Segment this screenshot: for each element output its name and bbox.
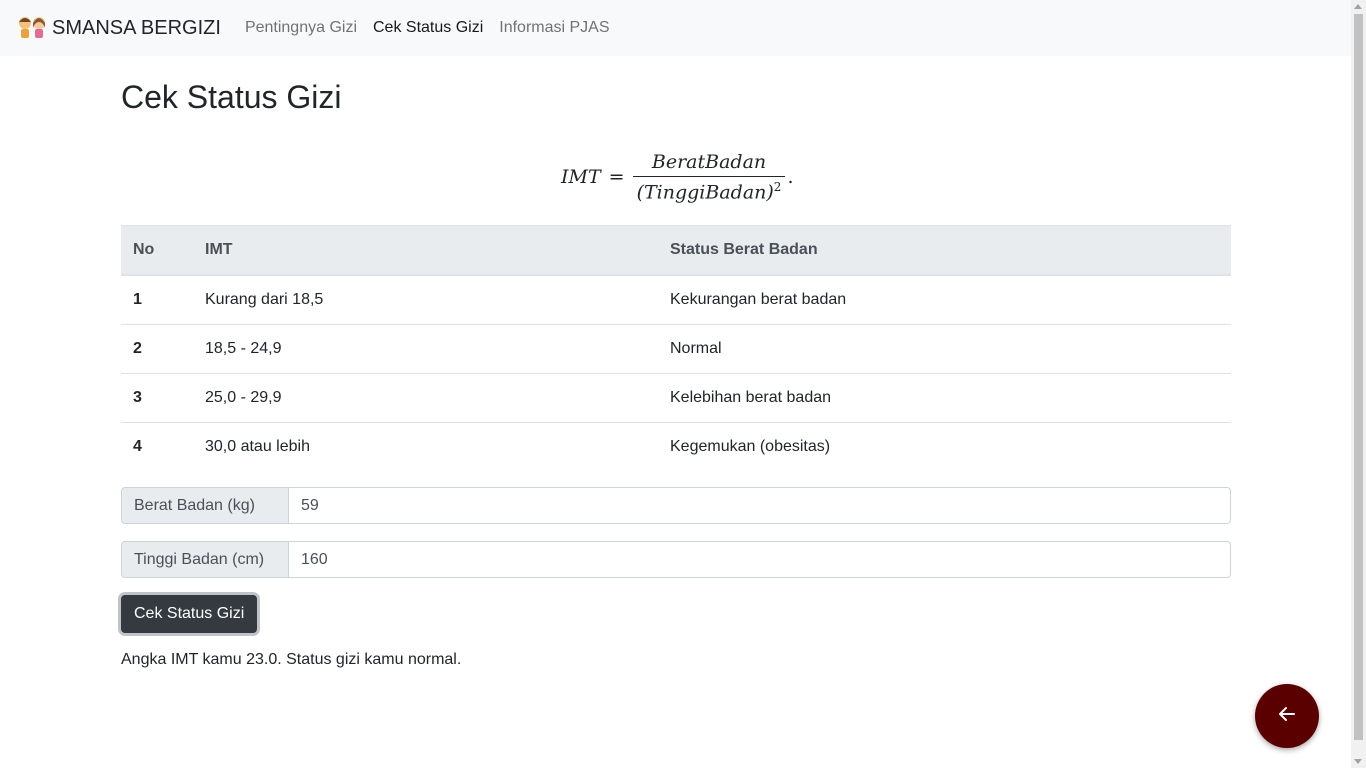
back-button[interactable] — [1255, 684, 1319, 748]
cell-status: Normal — [658, 324, 1231, 374]
table-row: 2 18,5 - 24,9 Normal — [121, 324, 1231, 374]
nav-cek-status-gizi[interactable]: Cek Status Gizi — [365, 19, 491, 37]
header-imt: IMT — [193, 225, 658, 276]
imt-formula: IMT = BeratBadan (TinggiBadan)2 . — [561, 151, 793, 203]
brand-title: SMANSA BERGIZI — [52, 16, 221, 39]
tinggi-label: Tinggi Badan (cm) — [121, 541, 289, 578]
cell-imt: Kurang dari 18,5 — [193, 275, 658, 325]
nav-pentingnya-gizi[interactable]: Pentingnya Gizi — [237, 19, 365, 37]
scroll-down-icon[interactable] — [1354, 759, 1362, 764]
cell-status: Kegemukan (obesitas) — [670, 438, 831, 455]
formula-numerator: BeratBadan — [651, 151, 767, 173]
page-title: Cek Status Gizi — [121, 79, 342, 115]
brand-link[interactable]: SMANSA BERGIZI — [16, 14, 221, 42]
cell-imt: 18,5 - 24,9 — [193, 324, 658, 374]
formula-equals: = — [608, 166, 625, 189]
formula-fraction: BeratBadan (TinggiBadan)2 — [632, 151, 786, 204]
imt-table: No IMT Status Berat Badan 1 Kurang dari … — [121, 225, 1231, 471]
cell-status: Kekurangan berat badan — [658, 275, 1231, 325]
cek-status-button[interactable]: Cek Status Gizi — [121, 595, 258, 633]
tinggi-input-group: Tinggi Badan (cm) — [121, 541, 1231, 578]
cell-no: 1 — [121, 275, 193, 325]
berat-label: Berat Badan (kg) — [121, 487, 289, 524]
scroll-thumb[interactable] — [1354, 14, 1363, 740]
berat-input-group: Berat Badan (kg) — [121, 487, 1231, 524]
formula-denominator-text: (TinggiBadan) — [636, 181, 774, 204]
berat-input[interactable] — [289, 487, 1231, 524]
scroll-up-icon[interactable] — [1354, 4, 1362, 9]
nav-informasi-pjas[interactable]: Informasi PJAS — [491, 19, 617, 37]
tinggi-input[interactable] — [289, 541, 1231, 578]
header-status: Status Berat Badan — [658, 225, 1231, 276]
cell-status: Kelebihan berat badan — [658, 373, 1231, 423]
main-content: Cek Status Gizi IMT = BeratBadan (Tinggi… — [121, 56, 1231, 668]
table-row: 1 Kurang dari 18,5 Kekurangan berat bada… — [121, 275, 1231, 325]
cell-imt: 25,0 - 29,9 — [193, 373, 658, 423]
formula-period: . — [787, 166, 794, 189]
kids-logo-icon — [16, 14, 48, 42]
formula-lhs: IMT — [561, 166, 601, 189]
table-row: 3 25,0 - 29,9 Kelebihan berat badan — [121, 373, 1231, 423]
nav-links: Pentingnya Gizi Cek Status Gizi Informas… — [237, 19, 618, 37]
formula-denominator: (TinggiBadan)2 — [632, 176, 786, 204]
table-row: 4 30,0 atau lebih Kegemukan (obesitas) — [121, 423, 1231, 472]
formula-exponent: 2 — [773, 180, 782, 194]
navbar: SMANSA BERGIZI Pentingnya Gizi Cek Statu… — [0, 0, 1351, 56]
arrow-left-icon — [1277, 704, 1297, 729]
header-no: No — [121, 225, 193, 276]
result-text: Angka IMT kamu 23.0. Status gizi kamu no… — [121, 651, 462, 668]
cell-no: 3 — [121, 373, 193, 423]
table-header-row: No IMT Status Berat Badan — [121, 225, 1231, 276]
cell-no: 2 — [121, 324, 193, 374]
vertical-scrollbar[interactable] — [1351, 0, 1366, 768]
cell-no: 4 — [133, 438, 142, 455]
cell-imt: 30,0 atau lebih — [205, 438, 310, 455]
